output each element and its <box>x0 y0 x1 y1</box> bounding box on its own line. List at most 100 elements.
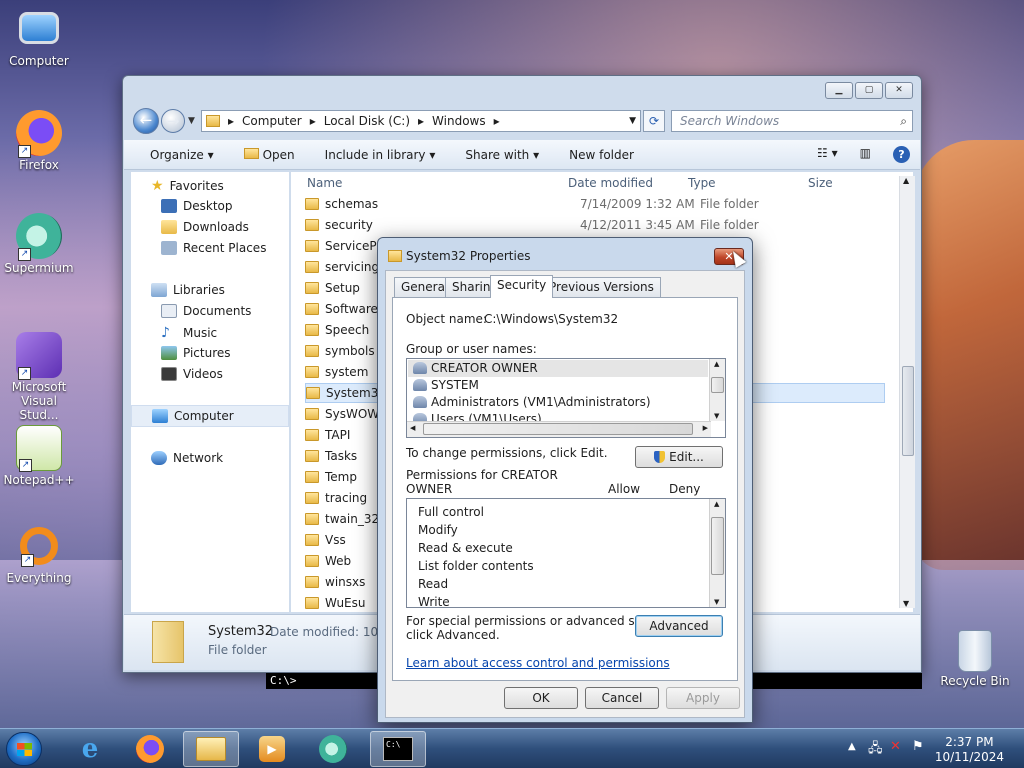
nav-favorites[interactable]: ★ Favorites <box>151 178 224 194</box>
nav-music[interactable]: ♪ Music <box>161 325 217 341</box>
file-row[interactable]: schemas 7/14/2009 1:32 AM File folder <box>305 194 885 214</box>
desktop-icon-notepadpp[interactable]: ↗ Notepad++ <box>0 425 78 487</box>
documents-icon <box>161 304 177 318</box>
action-center-flag-icon[interactable]: ⚑ <box>912 739 924 754</box>
recent-pages-chevron-icon[interactable]: ▼ <box>188 116 195 126</box>
column-type[interactable]: Type <box>688 176 716 190</box>
scroll-down-icon[interactable]: ▼ <box>903 599 909 608</box>
ok-button[interactable]: OK <box>504 687 578 709</box>
apply-button[interactable]: Apply <box>666 687 740 709</box>
taskbar-supermium[interactable] <box>305 731 361 767</box>
start-button[interactable] <box>6 732 42 766</box>
taskbar-internet-explorer[interactable]: e <box>62 731 118 767</box>
scrollbar-thumb[interactable] <box>423 423 693 435</box>
folder-icon <box>305 576 319 588</box>
network-icon <box>151 451 167 465</box>
help-icon[interactable]: ? <box>893 146 910 163</box>
desktop-icon-everything[interactable]: ↗ Everything <box>0 527 78 585</box>
volume-muted-icon[interactable]: ✕ <box>890 739 901 754</box>
desktop-icon-supermium[interactable]: ↗ Supermium <box>0 213 78 275</box>
scrollbar-thumb[interactable] <box>711 517 724 575</box>
folder-icon <box>305 324 319 336</box>
libraries-icon <box>151 283 167 297</box>
column-name[interactable]: Name <box>307 176 342 190</box>
scroll-down-icon[interactable]: ▼ <box>714 598 719 606</box>
taskbar-media-player[interactable]: ▶ <box>244 731 300 767</box>
nav-documents[interactable]: Documents <box>161 304 251 318</box>
nav-videos[interactable]: Videos <box>161 367 223 381</box>
tab-previous-versions[interactable]: Previous Versions <box>542 277 661 297</box>
address-dropdown-icon[interactable]: ▼ <box>629 116 636 126</box>
nav-recent-places[interactable]: Recent Places <box>161 241 266 255</box>
desktop-icon-label: Supermium <box>4 261 74 275</box>
open-button[interactable]: Open <box>243 147 295 162</box>
tab-security[interactable]: Security <box>490 275 554 298</box>
desktop-icon-visual-studio[interactable]: ↗ Microsoft Visual Stud... <box>0 332 78 422</box>
user-item-system[interactable]: SYSTEM <box>413 378 479 392</box>
close-button[interactable]: ✕ <box>885 82 913 99</box>
network-tray-icon[interactable]: 🖧 <box>868 739 883 761</box>
share-with-button[interactable]: Share with ▾ <box>465 148 539 162</box>
scroll-right-icon[interactable]: ▶ <box>703 424 708 432</box>
user-list-hscroll[interactable]: ◀ ▶ <box>407 421 711 437</box>
breadcrumb-windows[interactable]: Windows <box>432 114 486 128</box>
user-item-creator-owner[interactable]: CREATOR OWNER <box>413 361 538 375</box>
refresh-button[interactable]: ⟳ <box>643 110 665 132</box>
nav-pictures[interactable]: Pictures <box>161 346 231 360</box>
show-hidden-icons-chevron[interactable]: ▲ <box>848 741 856 752</box>
file-row[interactable]: security 4/12/2011 3:45 AM File folder <box>305 215 885 235</box>
file-name: security <box>325 218 373 232</box>
nav-desktop[interactable]: Desktop <box>161 199 233 213</box>
taskbar-explorer[interactable] <box>183 731 239 767</box>
scroll-left-icon[interactable]: ◀ <box>410 424 415 432</box>
scroll-up-icon[interactable]: ▲ <box>903 176 909 185</box>
taskbar-firefox[interactable] <box>122 731 178 767</box>
nav-network[interactable]: Network <box>151 451 223 465</box>
desktop-icon-label: Computer <box>9 54 69 68</box>
edit-button[interactable]: Edit... <box>635 446 723 468</box>
desktop-icon-computer[interactable]: Computer <box>0 8 78 68</box>
address-bar[interactable]: ▸ Computer ▸ Local Disk (C:) ▸ Windows ▸… <box>201 110 641 132</box>
user-list-vscroll[interactable]: ▲ ▼ <box>709 359 725 421</box>
clock[interactable]: 2:37 PM 10/11/2024 <box>935 735 1004 765</box>
properties-dialog[interactable]: System32 Properties ✕ General Sharing Se… <box>377 237 753 723</box>
maximize-button[interactable]: ▢ <box>855 82 883 99</box>
scrollbar-thumb[interactable] <box>902 366 914 456</box>
nav-computer[interactable]: Computer <box>131 405 289 427</box>
desktop-icon-label: Microsoft Visual Stud... <box>11 380 67 422</box>
new-folder-button[interactable]: New folder <box>569 148 634 162</box>
column-size[interactable]: Size <box>808 176 833 190</box>
scroll-up-icon[interactable]: ▲ <box>714 360 719 368</box>
scrollbar-thumb[interactable] <box>711 377 724 393</box>
file-list-scrollbar[interactable]: ▲ ▼ <box>899 176 915 608</box>
permissions-vscroll[interactable]: ▲ ▼ <box>709 499 725 607</box>
desktop-icon-recycle-bin[interactable]: Recycle Bin <box>936 630 1014 688</box>
search-input[interactable]: Search Windows ⌕ <box>671 110 913 132</box>
scroll-down-icon[interactable]: ▼ <box>714 412 719 420</box>
system-tray: ▲ 🖧 ✕ ⚑ 2:37 PM 10/11/2024 <box>848 733 1018 765</box>
advanced-button[interactable]: Advanced <box>635 615 723 637</box>
include-in-library-button[interactable]: Include in library ▾ <box>325 148 436 162</box>
object-name-value: C:\Windows\System32 <box>484 312 619 326</box>
breadcrumb-computer[interactable]: Computer <box>242 114 302 128</box>
cancel-button[interactable]: Cancel <box>585 687 659 709</box>
view-options-icon[interactable]: ☷ ▾ <box>817 146 838 163</box>
nav-libraries[interactable]: Libraries <box>151 283 225 297</box>
desktop-icon-firefox[interactable]: ↗ Firefox <box>0 110 78 172</box>
organize-button[interactable]: Organize ▾ <box>150 148 214 162</box>
breadcrumb-local-disk[interactable]: Local Disk (C:) <box>324 114 410 128</box>
permissions-list[interactable]: Full control Modify Read & execute List … <box>406 498 726 608</box>
learn-access-control-link[interactable]: Learn about access control and permissio… <box>406 656 670 670</box>
minimize-button[interactable]: ▁ <box>825 82 853 99</box>
user-list[interactable]: CREATOR OWNER SYSTEM Administrators (VM1… <box>406 358 726 438</box>
user-item-administrators[interactable]: Administrators (VM1\Administrators) <box>413 395 651 409</box>
taskbar-command-prompt[interactable]: C:\ <box>370 731 426 767</box>
forward-button[interactable]: → <box>161 109 185 133</box>
nav-downloads[interactable]: Downloads <box>161 220 249 234</box>
folder-icon <box>305 492 319 504</box>
preview-pane-icon[interactable]: ▥ <box>860 146 871 163</box>
scroll-up-icon[interactable]: ▲ <box>714 500 719 508</box>
back-button[interactable]: ← <box>133 108 159 134</box>
user-group-icon <box>413 362 427 374</box>
column-date-modified[interactable]: Date modified <box>568 176 653 190</box>
